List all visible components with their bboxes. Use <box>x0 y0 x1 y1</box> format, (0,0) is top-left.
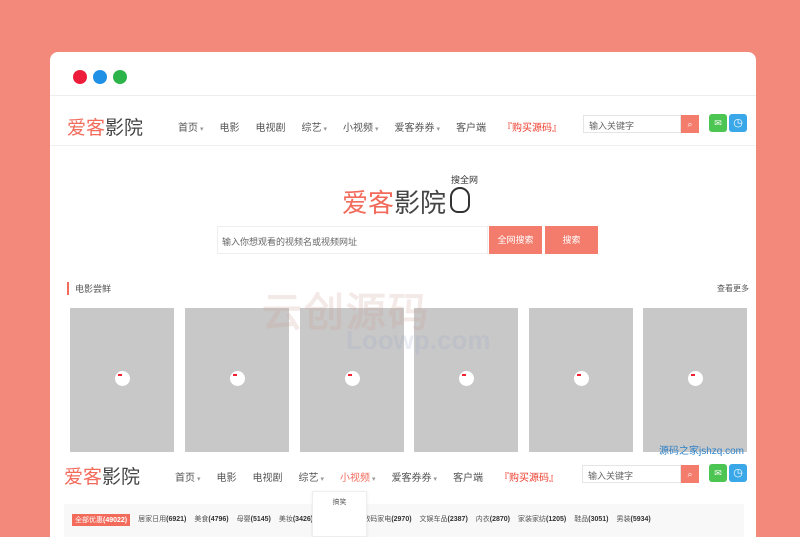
whole-web-search-button[interactable]: 全网搜索 <box>489 226 542 254</box>
nav-item-short-video[interactable]: 小视频 ▾ <box>340 469 376 484</box>
main-nav: 首页 ▾ 电影 电视剧 综艺 ▾ 小视频 ▾ 爱客券券 ▾ 客户端 『购买源码』 <box>178 119 578 134</box>
dropdown-item[interactable]: 搞笑 <box>313 497 366 507</box>
category-item[interactable]: 文娱车品(2387) <box>420 514 468 526</box>
category-item[interactable]: 全部优惠(49022) <box>72 514 131 526</box>
search-input[interactable]: 输入关键字 <box>582 465 681 483</box>
category-item[interactable]: 美食(4796) <box>194 514 228 526</box>
sticky-header: 爱客影院 首页 ▾ 电影 电视剧 综艺 ▾ 小视频 ▾ 爱客券券 ▾ 客户端 『购买源码… <box>50 460 756 490</box>
nav-item-movies[interactable]: 电影 <box>220 119 240 134</box>
hero-search-input[interactable]: 输入你想观看的视频名或视频网址 <box>217 226 488 254</box>
category-item[interactable]: 数码家电(2970) <box>363 514 411 526</box>
hero-tag: 搜全网 <box>451 175 479 185</box>
minimize-window-dot[interactable] <box>93 70 107 84</box>
nav-item-home[interactable]: 首页 ▾ <box>178 119 204 134</box>
nav-item-variety[interactable]: 综艺 ▾ <box>299 469 325 484</box>
nav-item-tv[interactable]: 电视剧 <box>253 469 283 484</box>
maximize-window-dot[interactable] <box>113 70 127 84</box>
window-titlebar <box>50 52 756 96</box>
chevron-down-icon: ▾ <box>372 476 376 483</box>
category-bar: 全部优惠(49022) 居家日用(6921) 美食(4796) 母婴(5145) 美妆(… <box>64 504 744 537</box>
view-more-link[interactable]: 查看更多 <box>717 283 749 294</box>
nav-item-variety[interactable]: 综艺 ▾ <box>302 119 328 134</box>
nav-item-home[interactable]: 首页 ▾ <box>175 469 201 484</box>
chevron-down-icon: ▾ <box>375 126 379 133</box>
corner-watermark: 源码之家jshzq.com <box>659 446 745 457</box>
category-item[interactable]: 家装家纺(1205) <box>518 514 566 526</box>
nav-item-buy-source[interactable]: 『购买源码』 <box>499 469 559 484</box>
nav-item-short-video[interactable]: 小视频 ▾ <box>343 119 379 134</box>
chevron-down-icon: ▾ <box>197 476 201 483</box>
wechat-button[interactable]: ✉ <box>709 464 727 482</box>
nav-item-movies[interactable]: 电影 <box>217 469 237 484</box>
movie-card[interactable] <box>70 308 174 452</box>
history-button[interactable]: ◷ <box>729 114 747 132</box>
nav-item-coupons[interactable]: 爱客券券 ▾ <box>392 469 438 484</box>
nav-item-buy-source[interactable]: 『购买源码』 <box>502 119 562 134</box>
clock-icon: ◷ <box>733 117 743 129</box>
chevron-down-icon: ▾ <box>436 126 441 133</box>
clock-icon: ◷ <box>733 467 743 479</box>
hero-logo: 爱客影院 <box>342 189 447 218</box>
movie-card[interactable] <box>643 308 747 452</box>
search-button[interactable]: ⌕ <box>681 115 699 133</box>
history-button[interactable]: ◷ <box>729 464 747 482</box>
site-header: 爱客影院 首页 ▾ 电影 电视剧 综艺 ▾ 小视频 ▾ 爱客券券 ▾ 客户端 『购买源码… <box>50 108 756 146</box>
category-item[interactable]: 男装(5934) <box>616 514 650 526</box>
wechat-icon: ✉ <box>714 118 722 128</box>
wechat-icon: ✉ <box>714 468 722 478</box>
logo-text-b: 影院 <box>105 118 144 139</box>
nav-item-client[interactable]: 客户端 <box>456 119 486 134</box>
search-input[interactable]: 输入关键字 <box>583 115 681 133</box>
search-button[interactable]: ⌕ <box>681 465 699 483</box>
bunny-mascot-icon <box>450 187 470 213</box>
sticky-logo[interactable]: 爱客影院 <box>64 462 140 489</box>
site-logo[interactable]: 爱客影院 <box>67 113 143 140</box>
nav-item-client[interactable]: 客户端 <box>453 469 483 484</box>
play-icon <box>230 371 245 386</box>
chevron-down-icon: ▾ <box>323 126 328 133</box>
nav-item-coupons[interactable]: 爱客券券 ▾ <box>395 119 441 134</box>
browser-window: 爱客影院 首页 ▾ 电影 电视剧 综艺 ▾ 小视频 ▾ 爱客券券 ▾ 客户端 『购买源码… <box>50 52 756 537</box>
play-icon <box>115 371 130 386</box>
chevron-down-icon: ▾ <box>320 476 325 483</box>
chevron-down-icon: ▾ <box>200 126 204 133</box>
category-item[interactable]: 居家日用(6921) <box>138 514 186 526</box>
sticky-nav: 首页 ▾ 电影 电视剧 综艺 ▾ 小视频 ▾ 爱客券券 ▾ 客户端 『购买源码』 <box>175 469 575 484</box>
hero-search-button[interactable]: 搜索 <box>545 226 598 254</box>
search-icon: ⌕ <box>687 469 693 479</box>
play-icon <box>574 371 589 386</box>
watermark-url: Loowp.com <box>346 325 491 355</box>
movie-card[interactable] <box>529 308 633 452</box>
search-icon: ⌕ <box>687 119 693 129</box>
category-item[interactable]: 美妆(3426) <box>279 514 313 526</box>
close-window-dot[interactable] <box>73 70 87 84</box>
category-item[interactable]: 内衣(2870) <box>476 514 510 526</box>
play-icon <box>345 371 360 386</box>
wechat-button[interactable]: ✉ <box>709 114 727 132</box>
category-item[interactable]: 母婴(5145) <box>237 514 271 526</box>
section-title: 电影尝鲜 <box>67 282 111 295</box>
nav-item-tv[interactable]: 电视剧 <box>256 119 286 134</box>
category-item[interactable]: 鞋品(3051) <box>574 514 608 526</box>
short-video-dropdown: 搞笑 <box>312 491 367 537</box>
logo-text-a: 爱客 <box>67 118 106 139</box>
play-icon <box>688 371 703 386</box>
chevron-down-icon: ▾ <box>433 476 438 483</box>
play-icon <box>459 371 474 386</box>
